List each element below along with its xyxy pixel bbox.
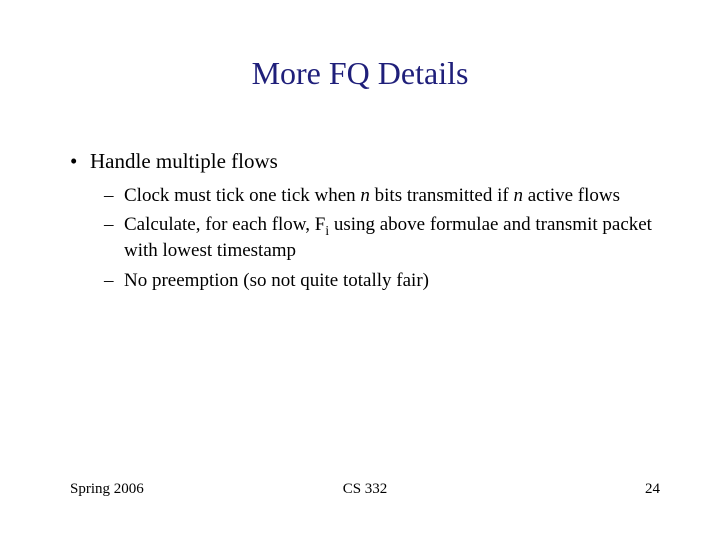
text-fragment: Calculate, for each flow, F [124, 214, 325, 235]
slide-title: More FQ Details [0, 55, 720, 92]
slide-body: Handle multiple flows Clock must tick on… [70, 148, 660, 292]
footer-left: Spring 2006 [70, 481, 144, 498]
var-n: n [360, 185, 370, 206]
slide: More FQ Details Handle multiple flows Cl… [0, 0, 720, 540]
bullet-level2: Clock must tick one tick when n bits tra… [70, 184, 660, 207]
bullet-level1: Handle multiple flows [70, 148, 660, 174]
footer-center: CS 332 [343, 481, 388, 498]
bullet-level2: Calculate, for each flow, Fi using above… [70, 213, 660, 262]
text-fragment: active flows [523, 185, 620, 206]
footer-page-number: 24 [645, 481, 660, 498]
bullet-level2: No preemption (so not quite totally fair… [70, 269, 660, 292]
text-fragment: bits transmitted if [370, 185, 514, 206]
slide-footer: Spring 2006 CS 332 24 [70, 481, 660, 498]
var-n: n [513, 185, 523, 206]
text-fragment: Clock must tick one tick when [124, 185, 360, 206]
